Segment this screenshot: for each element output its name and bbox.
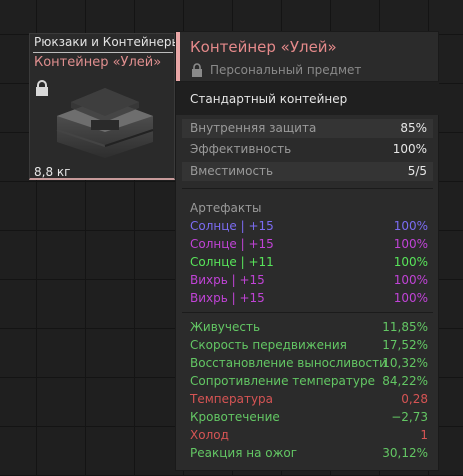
effect-row: Холод 1 <box>190 428 428 445</box>
artifact-name: Солнце | +15 <box>190 237 274 251</box>
effect-row: Восстановление выносливости 10,32% <box>190 356 428 373</box>
stat-value: 100% <box>392 142 427 156</box>
artifacts-header: Артефакты <box>190 201 262 215</box>
lock-icon <box>192 63 202 77</box>
effect-row: Температура 0,28 <box>190 392 428 409</box>
artifact-name: Солнце | +15 <box>190 219 274 233</box>
stat-row-protection: Внутренняя защита 85% <box>182 119 433 138</box>
tooltip-title: Контейнер «Улей» <box>190 38 337 56</box>
effect-value: −2,73 <box>391 410 428 424</box>
lock-icon <box>36 80 48 96</box>
effect-name: Кровотечение <box>190 410 280 424</box>
artifact-row: Солнце | +11 100% <box>190 255 428 272</box>
effect-row: Реакция на ожог 30,12% <box>190 446 428 463</box>
inventory-item-card[interactable]: Рюкзаки и Контейнеры Контейнер «Улей» 8,… <box>29 33 180 180</box>
stat-row-efficiency: Эффективность 100% <box>182 140 433 159</box>
effect-value: 84,22% <box>382 374 428 388</box>
item-category-label: Рюкзаки и Контейнеры <box>34 35 180 49</box>
stat-row-capacity: Вместимость 5/5 <box>182 162 433 181</box>
item-type-label: Стандартный контейнер <box>190 92 348 106</box>
item-separator <box>33 52 173 53</box>
artifact-row: Вихрь | +15 100% <box>190 291 428 308</box>
effect-value: 17,52% <box>382 338 428 352</box>
effect-value: 1 <box>420 428 428 442</box>
artifact-value: 100% <box>393 291 428 305</box>
section-divider <box>182 188 433 189</box>
artifact-name: Солнце | +11 <box>190 255 274 269</box>
tooltip-accent-bar <box>176 32 180 81</box>
item-name-label: Контейнер «Улей» <box>34 55 162 70</box>
effect-name: Скорость передвижения <box>190 338 347 352</box>
stat-label: Вместимость <box>190 164 274 178</box>
artifact-name: Вихрь | +15 <box>190 273 265 287</box>
stat-value: 85% <box>400 121 427 135</box>
effect-row: Кровотечение −2,73 <box>190 410 428 427</box>
item-tooltip: Контейнер «Улей» Персональный предмет Ст… <box>175 31 439 471</box>
artifact-value: 100% <box>393 237 428 251</box>
effect-row: Живучесть 11,85% <box>190 320 428 337</box>
item-weight-label: 8,8 кг <box>34 165 71 179</box>
section-divider <box>182 312 433 313</box>
effect-value: 11,85% <box>382 320 428 334</box>
stat-label: Внутренняя защита <box>190 121 317 135</box>
effect-row: Сопротивление температуре 84,22% <box>190 374 428 391</box>
stat-label: Эффективность <box>190 142 292 156</box>
artifact-row: Вихрь | +15 100% <box>190 273 428 290</box>
stat-value: 5/5 <box>407 164 427 178</box>
artifact-row: Солнце | +15 100% <box>190 237 428 254</box>
effect-name: Восстановление выносливости <box>190 356 387 370</box>
effect-value: 10,32% <box>382 356 428 370</box>
artifact-row: Солнце | +15 100% <box>190 219 428 236</box>
container-image <box>56 88 154 158</box>
effect-name: Температура <box>190 392 274 406</box>
artifact-value: 100% <box>393 273 428 287</box>
effect-name: Живучесть <box>190 320 261 334</box>
effect-value: 30,12% <box>382 446 428 460</box>
effect-row: Скорость передвижения 17,52% <box>190 338 428 355</box>
effect-name: Реакция на ожог <box>190 446 298 460</box>
artifact-name: Вихрь | +15 <box>190 291 265 305</box>
artifact-value: 100% <box>393 255 428 269</box>
artifact-value: 100% <box>393 219 428 233</box>
effect-value: 0,28 <box>401 392 428 406</box>
effect-name: Холод <box>190 428 229 442</box>
tooltip-subtitle: Персональный предмет <box>210 63 362 77</box>
effect-name: Сопротивление температуре <box>190 374 375 388</box>
